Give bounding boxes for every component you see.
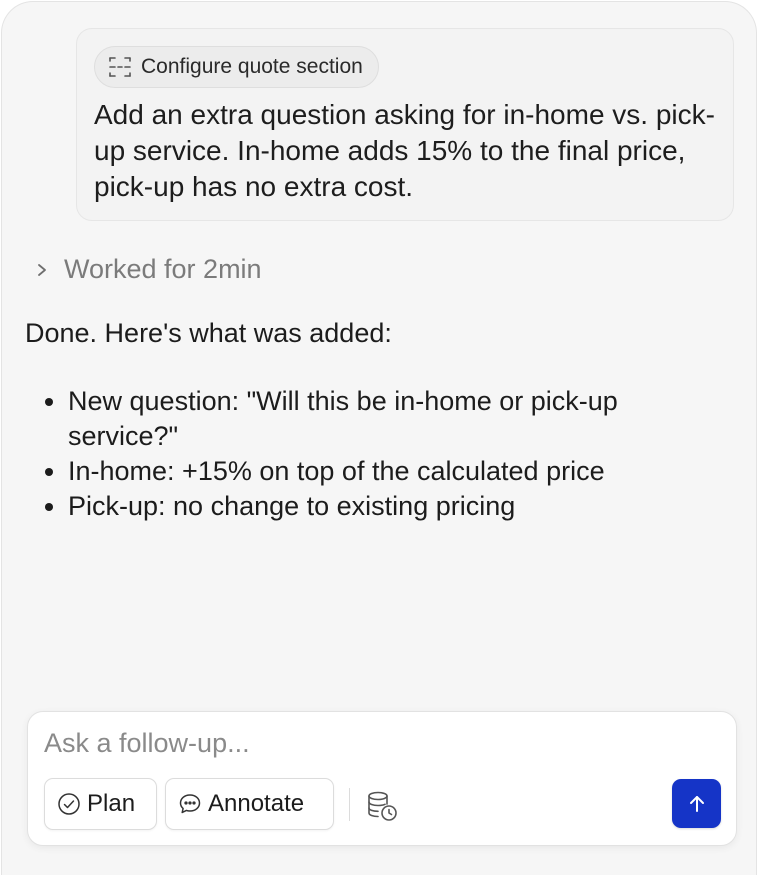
- database-clock-icon: [365, 789, 399, 823]
- list-item: In-home: +15% on top of the calculated p…: [68, 454, 725, 489]
- chat-bubble-icon: [178, 792, 202, 816]
- context-chip-label: Configure quote section: [141, 55, 363, 78]
- response-intro: Done. Here's what was added:: [25, 318, 392, 348]
- follow-up-input[interactable]: [44, 724, 704, 762]
- chevron-right-icon: [34, 262, 50, 278]
- section-dashed-icon: [107, 55, 133, 79]
- worked-label: Worked for 2min: [64, 254, 262, 284]
- response-bullets: New question: "Will this be in-home or p…: [25, 384, 725, 524]
- user-message-text: Add an extra question asking for in-home…: [94, 99, 715, 202]
- annotate-button[interactable]: Annotate: [165, 778, 334, 830]
- list-item: Pick-up: no change to existing pricing: [68, 489, 725, 524]
- plan-button[interactable]: Plan: [44, 778, 157, 830]
- list-item: New question: "Will this be in-home or p…: [68, 384, 725, 454]
- annotate-label: Annotate: [208, 790, 305, 817]
- arrow-up-icon: [686, 793, 708, 815]
- chat-panel: Configure quote section Add an extra que…: [1, 1, 757, 875]
- assistant-response: Done. Here's what was added: New questio…: [25, 316, 725, 524]
- check-circle-icon: [57, 792, 81, 816]
- user-message: Configure quote section Add an extra que…: [76, 28, 734, 221]
- plan-label: Plan: [87, 790, 136, 817]
- toolbar-divider: [349, 788, 350, 821]
- composer: Plan Annotate: [27, 711, 737, 846]
- send-button[interactable]: [672, 779, 721, 828]
- context-chip[interactable]: Configure quote section: [94, 46, 379, 88]
- database-button[interactable]: [364, 788, 400, 824]
- worked-toggle[interactable]: Worked for 2min: [34, 254, 262, 285]
